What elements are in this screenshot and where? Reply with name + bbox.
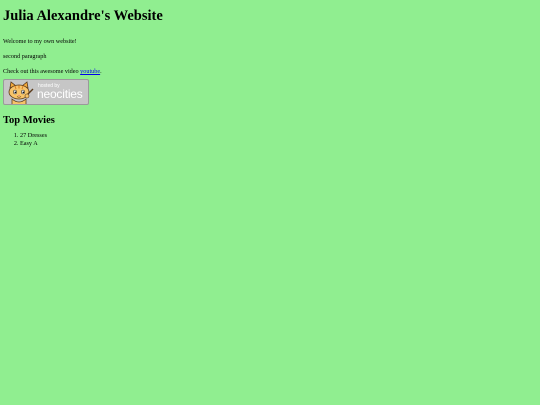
top-movies-heading: Top Movies — [3, 115, 55, 126]
page-content: Julia Alexandre's Website Welcome to my … — [3, 0, 533, 148]
video-paragraph-suffix: . — [100, 68, 102, 75]
movies-list: 27 Dresses Easy A — [3, 132, 533, 148]
list-item: Easy A — [20, 140, 533, 148]
video-paragraph: Check out this awesome video youtube. — [3, 68, 533, 76]
page-title: Julia Alexandre's Website — [3, 8, 163, 24]
badge-neocities-text: neocities — [37, 87, 83, 101]
youtube-link[interactable]: youtube — [80, 68, 100, 75]
neocities-badge[interactable]: hosted by neocities — [3, 79, 89, 105]
list-item: 27 Dresses — [20, 132, 533, 140]
neocities-cat-icon — [8, 81, 34, 104]
second-paragraph: second paragraph — [3, 53, 47, 60]
welcome-paragraph: Welcome to my own website! — [3, 38, 77, 45]
video-paragraph-prefix: Check out this awesome video — [3, 68, 81, 75]
